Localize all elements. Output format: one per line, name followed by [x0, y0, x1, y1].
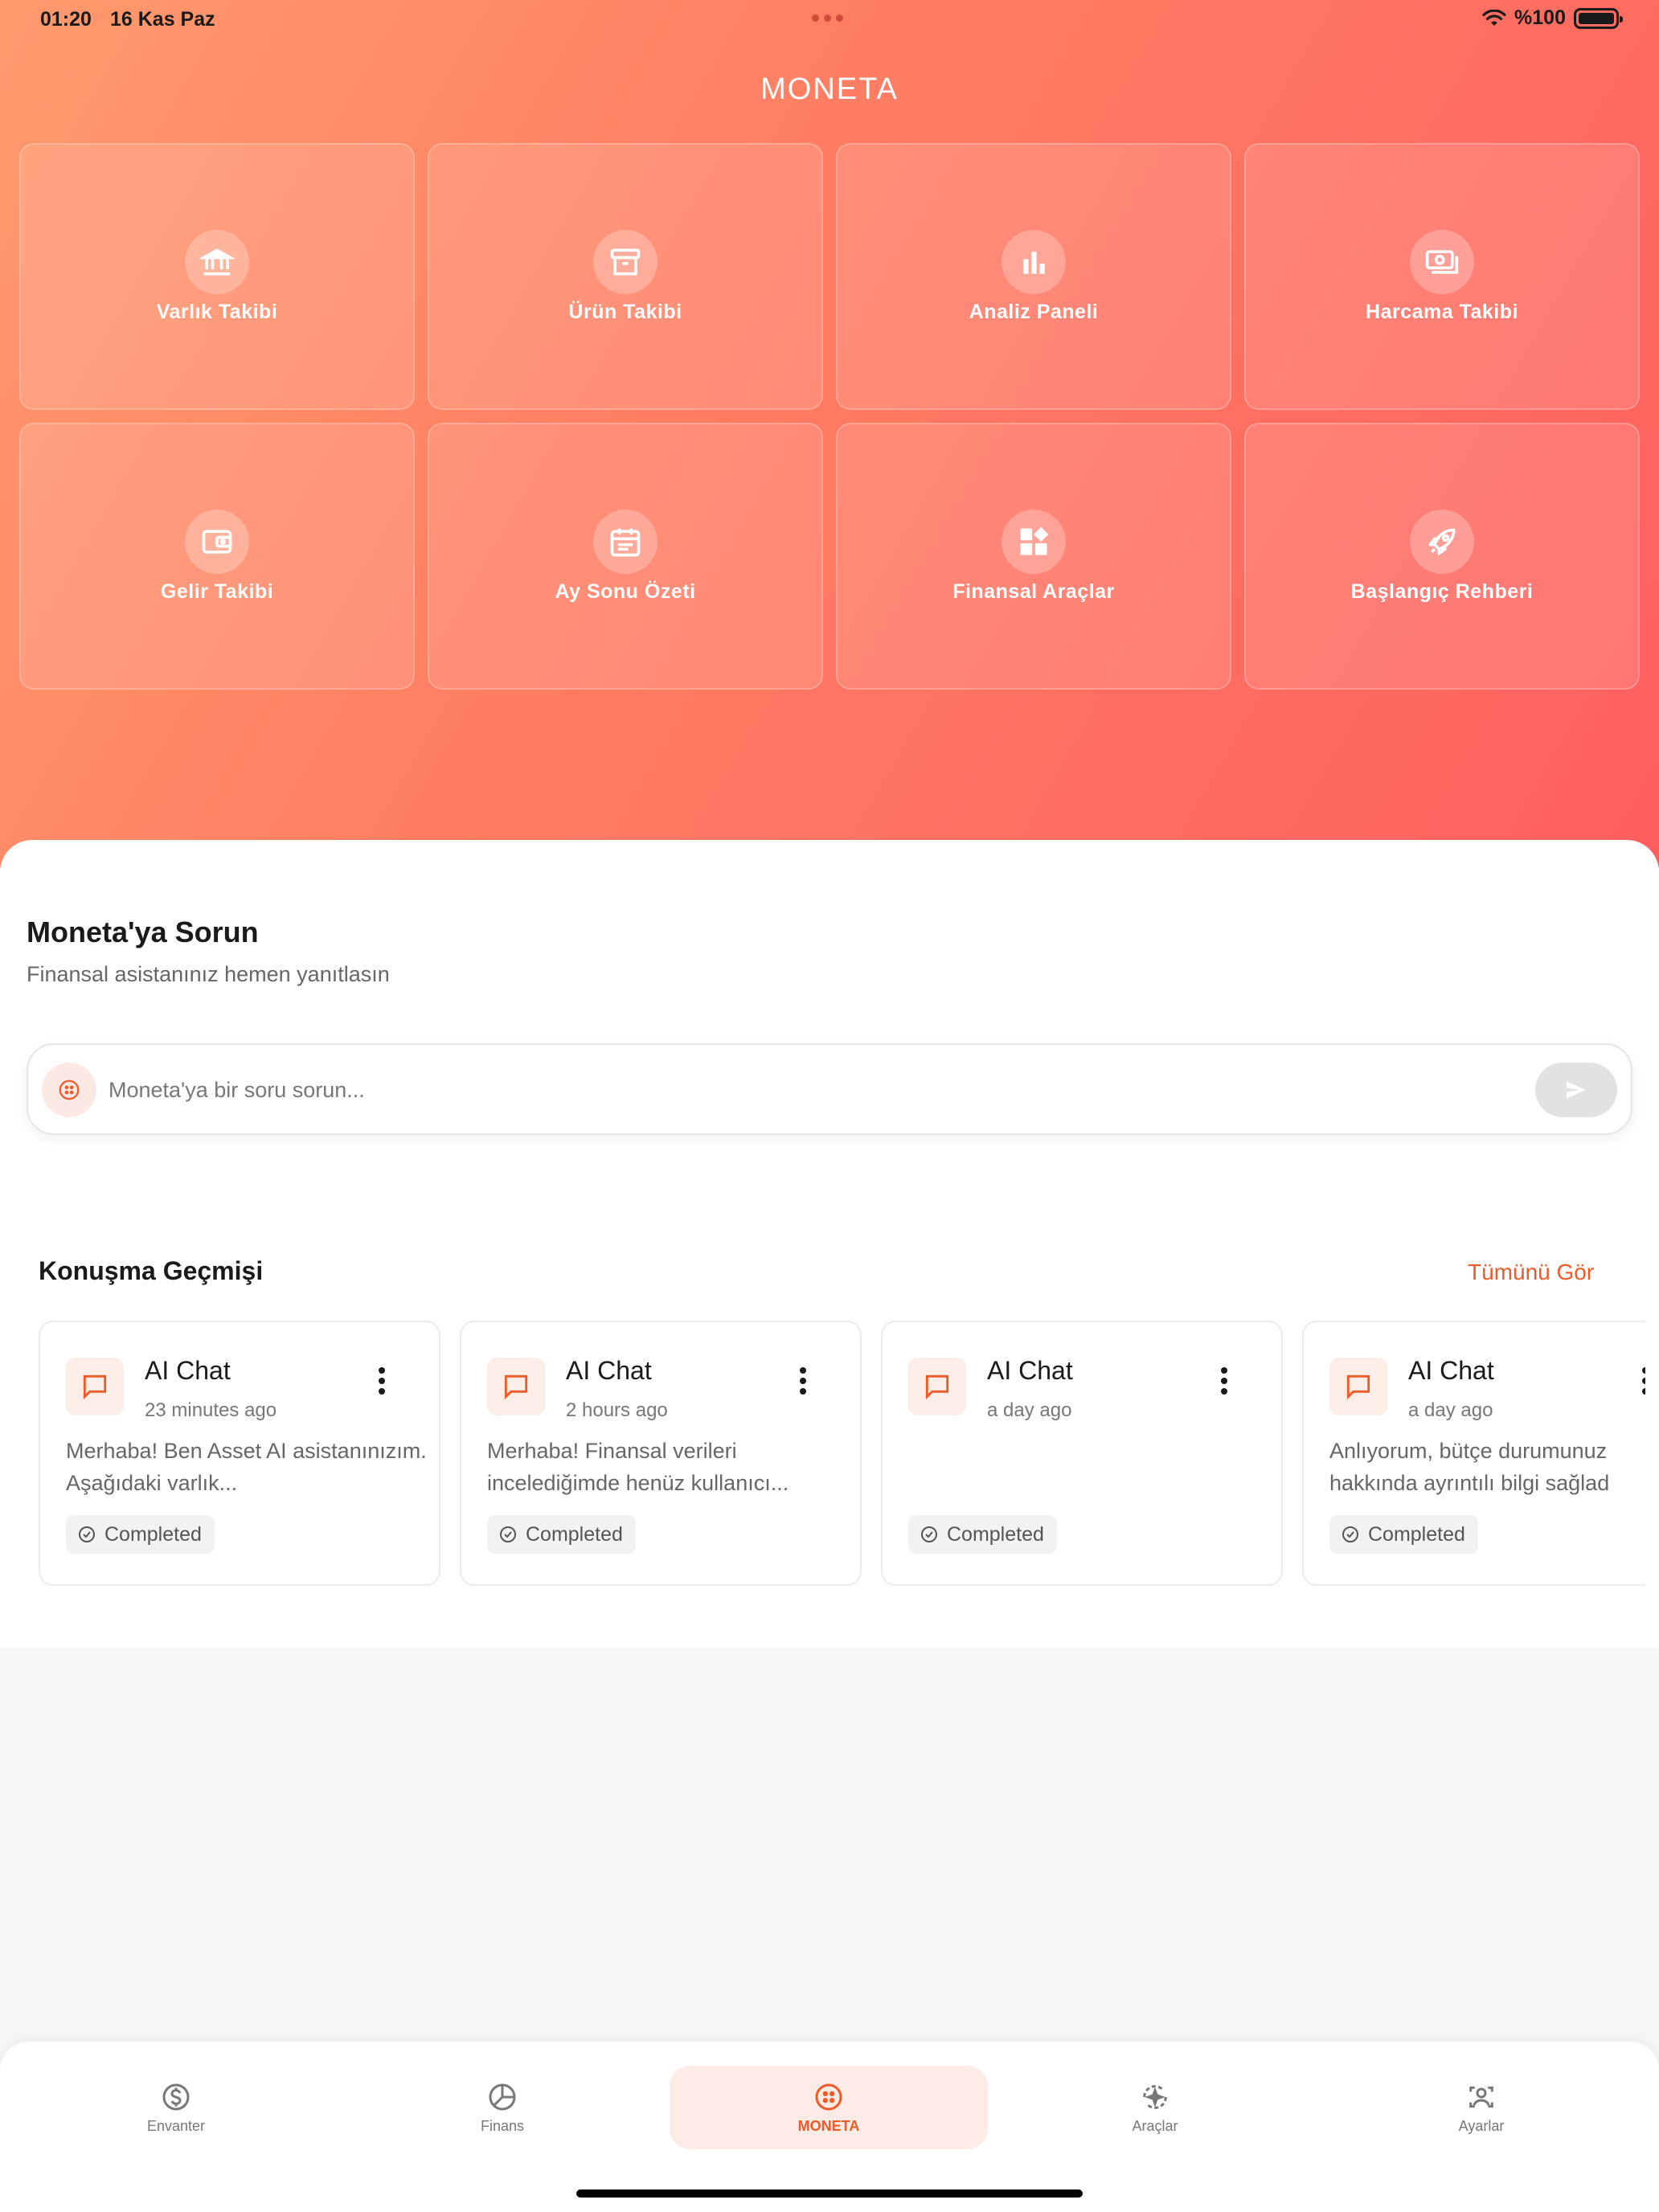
see-all-link[interactable]: Tümünü Gör: [1468, 1260, 1594, 1285]
moneta-icon: [42, 1063, 96, 1117]
more-options-icon[interactable]: [1633, 1367, 1645, 1399]
tile-label: Finansal Araçlar: [952, 580, 1115, 603]
tile-label: Varlık Takibi: [156, 300, 278, 323]
tile-urun-takibi[interactable]: Ürün Takibi: [428, 143, 823, 410]
chat-preview: Merhaba! Ben Asset AI asistanınızım. Aşa…: [66, 1439, 427, 1495]
chat-time: a day ago: [1408, 1399, 1493, 1421]
tile-baslangic-rehberi[interactable]: Başlangıç Rehberi: [1244, 423, 1640, 690]
moneta-icon: [815, 2083, 842, 2110]
history-title: Konuşma Geçmişi: [39, 1256, 264, 1285]
chat-card[interactable]: AI Chat a day ago Completed: [881, 1321, 1283, 1586]
dollar-circle-icon: [162, 2083, 190, 2110]
widgets-icon: [1002, 509, 1066, 574]
tab-label: Finans: [480, 2117, 525, 2134]
tile-gelir-takibi[interactable]: Gelir Takibi: [19, 423, 415, 690]
more-options-icon[interactable]: [1212, 1367, 1236, 1399]
tab-label: Ayarlar: [1458, 2117, 1505, 2134]
multitasking-dots-icon[interactable]: [812, 14, 843, 22]
more-options-icon[interactable]: [791, 1367, 815, 1399]
chat-bubble-icon: [487, 1358, 545, 1415]
pie-chart-icon: [489, 2083, 516, 2110]
chat-preview: Anlıyorum, bütçe durumunuz hakkında ayrı…: [1329, 1439, 1610, 1495]
tab-label: Envanter: [146, 2117, 206, 2134]
calendar-icon: [593, 509, 657, 574]
ask-input-box: [27, 1043, 1632, 1135]
more-options-icon[interactable]: [370, 1367, 394, 1399]
bar-chart-icon: [1002, 229, 1066, 294]
history-carousel[interactable]: AI Chat 23 minutes ago Merhaba! Ben Asse…: [39, 1321, 1645, 1590]
status-text: Completed: [526, 1522, 623, 1546]
bank-icon: [185, 229, 249, 294]
content-sheet: Moneta'ya Sorun Finansal asistanınız hem…: [0, 840, 1659, 1648]
wifi-icon: [1482, 9, 1506, 26]
app-title: MONETA: [760, 72, 899, 106]
send-button[interactable]: [1535, 1063, 1617, 1117]
chat-bubble-icon: [908, 1358, 966, 1415]
tab-label: MONETA: [797, 2117, 860, 2134]
status-bar: 01:20 16 Kas Paz %100: [0, 0, 1659, 39]
wallet-icon: [185, 509, 249, 574]
check-circle-icon: [921, 1526, 937, 1542]
tile-label: Başlangıç Rehberi: [1350, 580, 1534, 603]
ask-input[interactable]: [109, 1063, 1539, 1117]
status-time: 01:20: [40, 8, 92, 31]
tile-finansal-araclar[interactable]: Finansal Araçlar: [836, 423, 1231, 690]
bottom-tab-bar: Envanter Finans MONETA Araçlar Ayarlar: [0, 2042, 1659, 2212]
status-text: Completed: [947, 1522, 1044, 1546]
tile-analiz-paneli[interactable]: Analiz Paneli: [836, 143, 1231, 410]
chat-title: AI Chat: [987, 1356, 1073, 1385]
tab-ayarlar[interactable]: Ayarlar: [1322, 2066, 1641, 2149]
status-badge: Completed: [908, 1515, 1057, 1554]
tile-label: Gelir Takibi: [160, 580, 274, 603]
hero-header: 01:20 16 Kas Paz %100 MONETA Varlık Taki…: [0, 0, 1659, 868]
user-settings-icon: [1469, 2086, 1493, 2108]
tab-label: Araçlar: [1132, 2117, 1178, 2134]
cash-icon: [1410, 229, 1474, 294]
chat-title: AI Chat: [566, 1356, 652, 1385]
tile-label: Ay Sonu Özeti: [555, 580, 696, 603]
chat-preview: Merhaba! Finansal verileri incelediğimde…: [487, 1439, 789, 1495]
chat-time: 23 minutes ago: [145, 1399, 277, 1421]
status-date: 16 Kas Paz: [110, 8, 215, 31]
chat-title: AI Chat: [1408, 1356, 1494, 1385]
archive-icon: [593, 229, 657, 294]
tab-finans[interactable]: Finans: [343, 2066, 662, 2149]
chat-card[interactable]: AI Chat 2 hours ago Merhaba! Finansal ve…: [460, 1321, 862, 1586]
tab-araclar[interactable]: Araçlar: [996, 2066, 1314, 2149]
battery-percent: %100: [1514, 6, 1566, 29]
chat-card[interactable]: AI Chat a day ago Anlıyorum, bütçe durum…: [1302, 1321, 1645, 1586]
send-icon: [1567, 1081, 1586, 1099]
check-circle-icon: [500, 1526, 516, 1542]
status-text: Completed: [104, 1522, 202, 1546]
chat-card[interactable]: AI Chat 23 minutes ago Merhaba! Ben Asse…: [39, 1321, 440, 1586]
chat-time: 2 hours ago: [566, 1399, 668, 1421]
tab-envanter[interactable]: Envanter: [17, 2066, 335, 2149]
status-text: Completed: [1368, 1522, 1465, 1546]
tile-varlik-takibi[interactable]: Varlık Takibi: [19, 143, 415, 410]
sparkle-tools-icon: [1143, 2084, 1167, 2109]
tile-ay-sonu-ozeti[interactable]: Ay Sonu Özeti: [428, 423, 823, 690]
chat-time: a day ago: [987, 1399, 1072, 1421]
tile-harcama-takibi[interactable]: Harcama Takibi: [1244, 143, 1640, 410]
ask-title: Moneta'ya Sorun: [27, 916, 259, 948]
feature-grid: Varlık Takibi Ürün Takibi Analiz Paneli …: [19, 143, 1640, 690]
check-circle-icon: [79, 1526, 95, 1542]
check-circle-icon: [1342, 1526, 1358, 1542]
status-badge: Completed: [1329, 1515, 1478, 1554]
chat-title: AI Chat: [145, 1356, 231, 1385]
battery-icon: [1574, 7, 1623, 29]
chat-bubble-icon: [66, 1358, 124, 1415]
chat-bubble-icon: [1329, 1358, 1387, 1415]
tile-label: Analiz Paneli: [969, 300, 1099, 323]
rocket-icon: [1410, 509, 1474, 574]
status-indicators: %100: [1482, 6, 1623, 30]
tile-label: Harcama Takibi: [1366, 300, 1518, 323]
tile-label: Ürün Takibi: [568, 300, 682, 323]
home-indicator[interactable]: [576, 2189, 1083, 2198]
status-badge: Completed: [487, 1515, 636, 1554]
ask-subtitle: Finansal asistanınız hemen yanıtlasın: [27, 962, 390, 986]
status-badge: Completed: [66, 1515, 215, 1554]
tab-moneta[interactable]: MONETA: [670, 2066, 988, 2149]
